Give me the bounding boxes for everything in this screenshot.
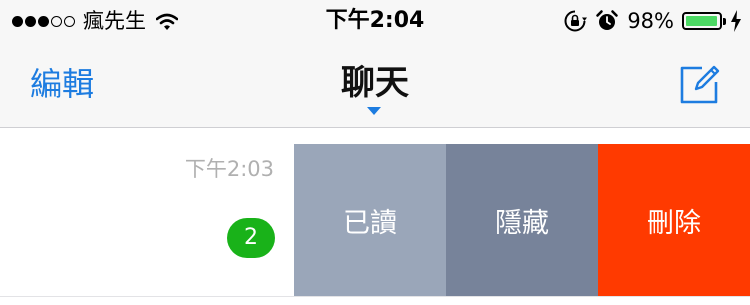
battery-percent: 98% — [627, 9, 674, 33]
compose-icon[interactable] — [678, 64, 720, 106]
unread-badge: 2 — [227, 218, 275, 258]
orientation-lock-icon — [564, 10, 588, 32]
status-right: 98% — [563, 8, 742, 34]
chat-row[interactable]: 下午2:03 2 已讀 隱藏 刪除 — [152, 144, 750, 296]
navigation-bar: 編輯 聊天 — [0, 40, 750, 128]
row-divider — [0, 296, 750, 297]
delete-button[interactable]: 刪除 — [598, 144, 750, 296]
title-dropdown-caret-icon[interactable] — [367, 107, 381, 115]
battery-icon — [682, 12, 726, 30]
status-bar: 瘋先生 下午2:04 98% — [0, 0, 750, 40]
chat-list: 下午2:03 2 已讀 隱藏 刪除 — [0, 128, 750, 305]
battery-fill — [686, 16, 717, 26]
battery-nub — [723, 18, 726, 25]
hide-button[interactable]: 隱藏 — [446, 144, 598, 296]
chat-row-content[interactable]: 下午2:03 2 — [152, 144, 294, 296]
charging-bolt-icon — [731, 10, 741, 32]
page-title[interactable]: 聊天 — [0, 62, 750, 104]
alarm-icon — [596, 10, 619, 30]
chat-timestamp: 下午2:03 — [184, 157, 274, 181]
mark-read-button[interactable]: 已讀 — [294, 144, 446, 296]
